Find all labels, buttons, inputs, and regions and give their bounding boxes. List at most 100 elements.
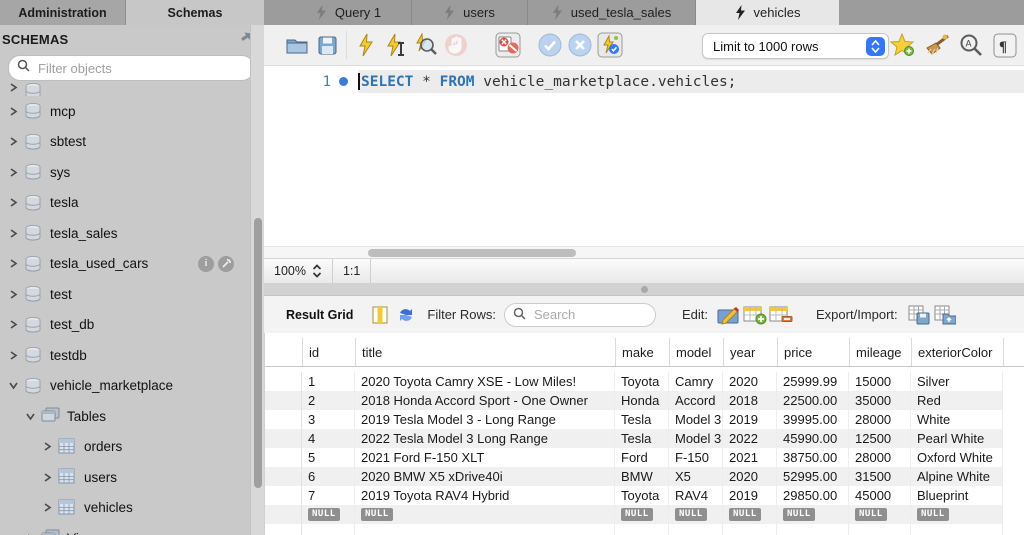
- cell-exteriorColor[interactable]: [911, 524, 1003, 535]
- cell-exteriorColor[interactable]: Alpine White: [911, 467, 1003, 486]
- cell-id[interactable]: 1: [302, 372, 355, 391]
- rollback-button[interactable]: [565, 30, 595, 60]
- cell-price[interactable]: NULL: [777, 505, 849, 524]
- query-tab-vehicles[interactable]: vehicles: [696, 0, 840, 25]
- toggle-columns-icon[interactable]: [367, 302, 393, 328]
- cell-price[interactable]: 25999.99: [777, 372, 849, 391]
- clear-query-button[interactable]: [922, 30, 952, 60]
- cell-model[interactable]: Model 3: [669, 410, 723, 429]
- save-button[interactable]: [312, 30, 342, 60]
- cell-model[interactable]: RAV4: [669, 486, 723, 505]
- cell-year[interactable]: 2020: [723, 467, 777, 486]
- cell-price[interactable]: 38750.00: [777, 448, 849, 467]
- cell-mileage[interactable]: 31500: [849, 467, 911, 486]
- editor-hscrollbar-thumb[interactable]: [368, 249, 576, 257]
- sidebar-item-test_db[interactable]: test_db: [0, 310, 252, 341]
- filter-objects-input[interactable]: [36, 60, 245, 77]
- row-gutter[interactable]: [265, 467, 302, 486]
- cell-make[interactable]: Tesla: [615, 429, 669, 448]
- sidebar-item-vehicle_marketplace[interactable]: vehicle_marketplace: [0, 371, 252, 402]
- cell-year[interactable]: 2019: [723, 486, 777, 505]
- cell-make[interactable]: Toyota: [615, 486, 669, 505]
- cell-make[interactable]: [615, 524, 669, 535]
- chevron-right-icon[interactable]: [43, 503, 52, 512]
- cell-model[interactable]: Accord: [669, 391, 723, 410]
- cell-model[interactable]: [669, 524, 723, 535]
- schema-tools-icon[interactable]: [218, 256, 234, 272]
- sidebar-item-sys[interactable]: sys: [0, 157, 252, 188]
- execute-query-button[interactable]: [351, 30, 381, 60]
- sidebar-item-views[interactable]: Views: [0, 523, 252, 535]
- add-row-icon[interactable]: [742, 302, 768, 328]
- query-tab-query-1[interactable]: Query 1: [286, 0, 412, 25]
- chevron-down-icon[interactable]: [26, 412, 35, 421]
- sidebar-item-tesla[interactable]: tesla: [0, 188, 252, 219]
- sql-statement[interactable]: SELECT * FROM vehicle_marketplace.vehicl…: [358, 70, 1024, 93]
- cell-model[interactable]: NULL: [669, 505, 723, 524]
- column-header-mileage[interactable]: mileage: [850, 338, 912, 366]
- column-header-make[interactable]: make: [616, 338, 670, 366]
- sidebar-item-testdb[interactable]: testdb: [0, 340, 252, 371]
- cell-exteriorColor[interactable]: Pearl White: [911, 429, 1003, 448]
- cell-make[interactable]: Honda: [615, 391, 669, 410]
- cell-model[interactable]: Camry: [669, 372, 723, 391]
- execute-current-statement-button[interactable]: [381, 30, 411, 60]
- cell-year[interactable]: [723, 524, 777, 535]
- cell-title[interactable]: NULL: [355, 505, 615, 524]
- chevron-right-icon[interactable]: [9, 229, 18, 238]
- refresh-grid-icon[interactable]: [393, 302, 419, 328]
- sidebar-item-vehicles[interactable]: vehicles: [0, 493, 252, 524]
- row-gutter[interactable]: [265, 410, 302, 429]
- toggle-invisibles-button[interactable]: ¶: [990, 30, 1020, 60]
- query-tab-users[interactable]: users: [412, 0, 528, 25]
- cell-id[interactable]: 4: [302, 429, 355, 448]
- column-header-model[interactable]: model: [670, 338, 724, 366]
- chevron-right-icon[interactable]: [43, 442, 52, 451]
- chevron-right-icon[interactable]: [9, 137, 18, 146]
- sidebar-item-test[interactable]: test: [0, 279, 252, 310]
- sidebar-item-tesla_sales[interactable]: tesla_sales: [0, 218, 252, 249]
- cell-model[interactable]: X5: [669, 467, 723, 486]
- cell-make[interactable]: NULL: [615, 505, 669, 524]
- row-gutter[interactable]: [265, 448, 302, 467]
- sidebar-item-partial[interactable]: [0, 82, 252, 96]
- chevron-right-icon[interactable]: [43, 473, 52, 482]
- cell-year[interactable]: 2018: [723, 391, 777, 410]
- cell-id[interactable]: 5: [302, 448, 355, 467]
- cell-id[interactable]: 7: [302, 486, 355, 505]
- cell-id[interactable]: NULL: [302, 505, 355, 524]
- sidebar-item-users[interactable]: users: [0, 462, 252, 493]
- cell-price[interactable]: [777, 524, 849, 535]
- cell-exteriorColor[interactable]: NULL: [911, 505, 1003, 524]
- add-favorite-button[interactable]: [888, 30, 918, 60]
- limit-rows-dropdown[interactable]: Limit to 1000 rows: [702, 33, 889, 59]
- cell-model[interactable]: F-150: [669, 448, 723, 467]
- column-header-exteriorColor[interactable]: exteriorColor: [912, 338, 1004, 366]
- commit-button[interactable]: [535, 30, 565, 60]
- cell-exteriorColor[interactable]: White: [911, 410, 1003, 429]
- sidebar-item-orders[interactable]: orders: [0, 432, 252, 463]
- sidebar-item-mcp[interactable]: mcp: [0, 96, 252, 127]
- row-gutter[interactable]: [265, 524, 302, 535]
- cell-mileage[interactable]: NULL: [849, 505, 911, 524]
- cell-make[interactable]: Ford: [615, 448, 669, 467]
- cell-mileage[interactable]: 45000: [849, 486, 911, 505]
- stop-query-button[interactable]: [441, 30, 471, 60]
- cell-price[interactable]: 29850.00: [777, 486, 849, 505]
- query-tab-used_tesla_sales[interactable]: used_tesla_sales: [528, 0, 696, 25]
- cell-id[interactable]: 3: [302, 410, 355, 429]
- cell-make[interactable]: BMW: [615, 467, 669, 486]
- cell-id[interactable]: 6: [302, 467, 355, 486]
- row-gutter[interactable]: [265, 486, 302, 505]
- sidebar-item-sbtest[interactable]: sbtest: [0, 127, 252, 158]
- column-header-price[interactable]: price: [778, 338, 850, 366]
- chevron-right-icon[interactable]: [9, 198, 18, 207]
- cell-mileage[interactable]: 35000: [849, 391, 911, 410]
- chevron-right-icon[interactable]: [9, 107, 18, 116]
- zoom-control[interactable]: 100%: [264, 259, 332, 283]
- cell-id[interactable]: 2: [302, 391, 355, 410]
- toggle-stop-on-error-button[interactable]: [493, 30, 523, 60]
- chevron-right-icon[interactable]: [9, 83, 18, 92]
- chevron-right-icon[interactable]: [9, 351, 18, 360]
- import-grid-icon[interactable]: [932, 302, 958, 328]
